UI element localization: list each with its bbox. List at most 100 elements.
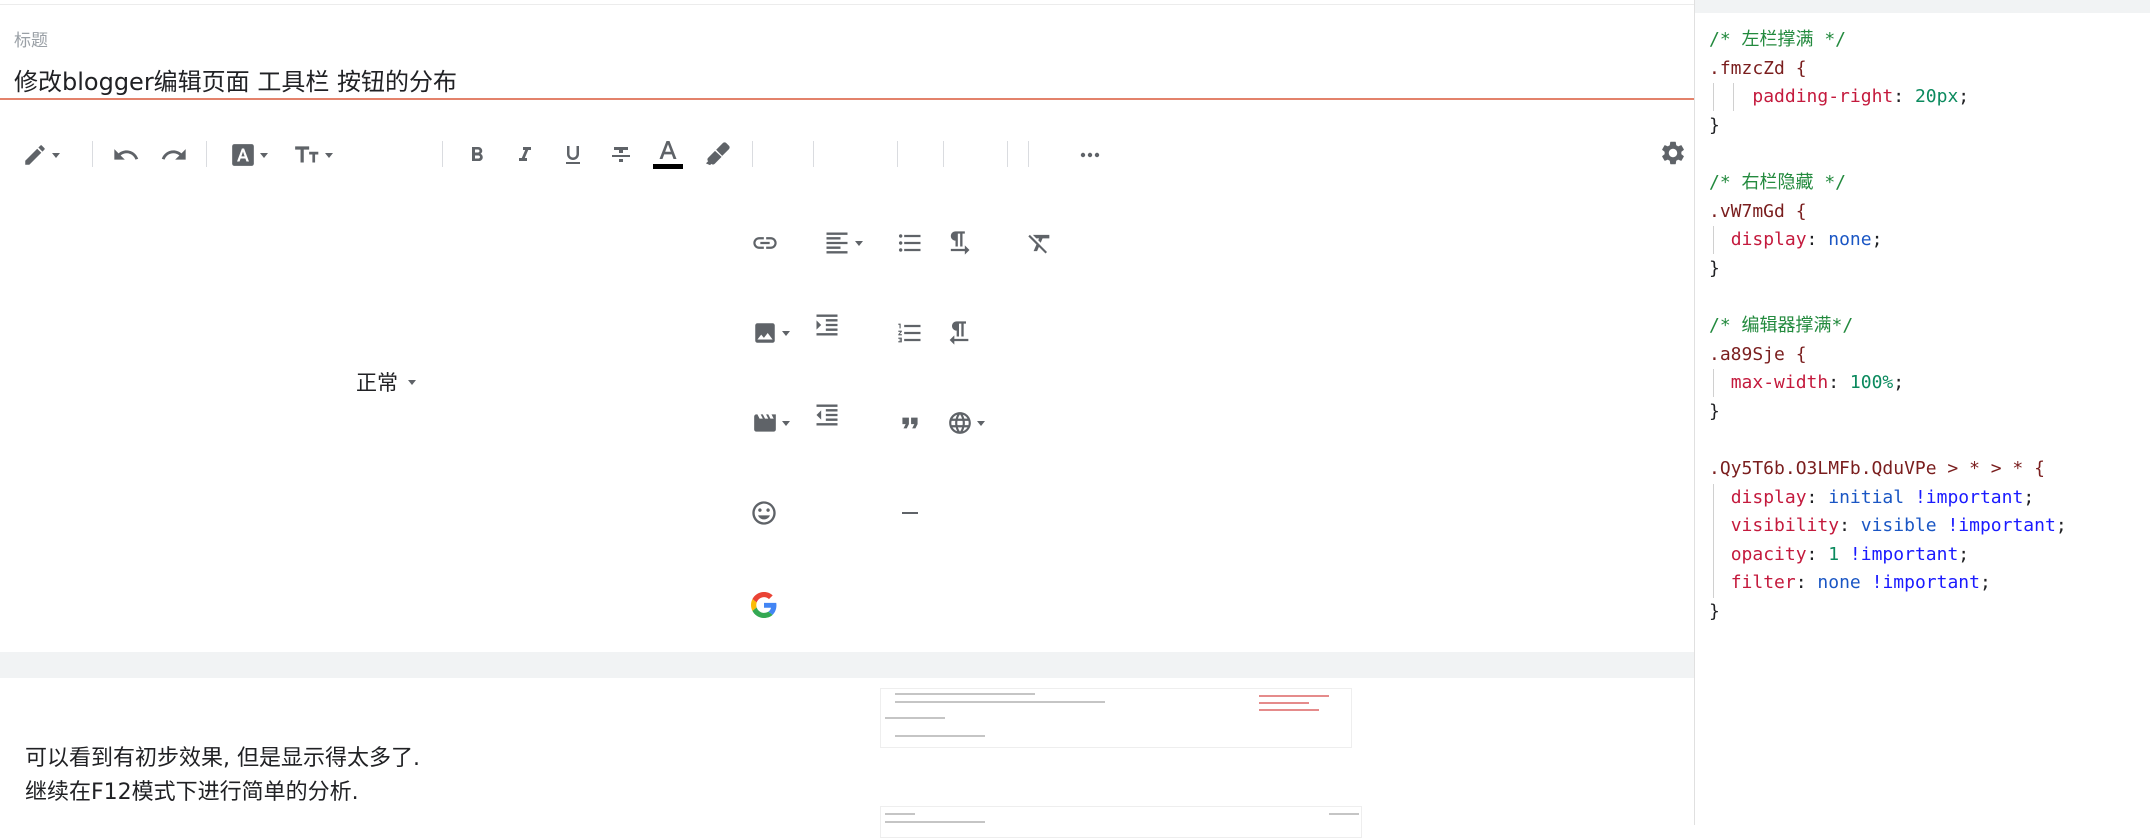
code-colon: : <box>1893 86 1915 108</box>
css-code-panel[interactable]: /* 左栏撑满 */ .fmzcZd { padding-right: 20px;… <box>1695 0 2150 825</box>
code-line <box>1709 140 2067 169</box>
clear-format-icon[interactable] <box>1024 227 1056 259</box>
code-selector: .a89Sje { <box>1709 343 1807 365</box>
code-blank <box>1709 143 1720 164</box>
toolbar-separator <box>1028 141 1029 167</box>
toolbar-separator <box>206 141 207 167</box>
code-panel-topbar <box>1695 0 2150 13</box>
code-blank <box>1709 286 1720 307</box>
code-line: padding-right: 20px; <box>1709 83 2067 112</box>
code-line: opacity: 1 !important; <box>1709 541 2067 570</box>
bulleted-list-icon[interactable] <box>894 227 926 259</box>
code-line: } <box>1709 598 2067 627</box>
code-line: } <box>1709 398 2067 427</box>
code-line: .Qy5T6b.O3LMFb.QduVPe > * > * { <box>1709 455 2067 484</box>
code-colon: : <box>1806 486 1829 508</box>
post-body[interactable]: 可以看到有初步效果, 但是显示得太多了. 继续在F12模式下进行简单的分析. <box>0 678 1694 838</box>
title-input[interactable]: 修改blogger编辑页面 工具栏 按钮的分布 <box>14 62 457 97</box>
code-comment: /* 左栏撑满 */ <box>1709 29 1847 50</box>
code-property: opacity <box>1730 543 1807 565</box>
numbered-list-icon[interactable] <box>894 317 926 349</box>
highlight-icon[interactable] <box>700 139 734 171</box>
undo-icon[interactable] <box>110 139 142 171</box>
code-brace: } <box>1709 114 1720 136</box>
bold-icon[interactable] <box>462 139 492 171</box>
redo-icon[interactable] <box>158 139 190 171</box>
rtl-paragraph-icon[interactable] <box>943 317 975 349</box>
more-icon[interactable] <box>1074 139 1106 171</box>
code-semicolon: ; <box>2055 515 2067 537</box>
italic-icon[interactable] <box>510 139 540 171</box>
indent-icon[interactable] <box>811 309 843 341</box>
ltr-paragraph-icon[interactable] <box>943 227 975 259</box>
text-color-icon[interactable] <box>653 137 683 173</box>
paragraph-style-dropdown[interactable]: 正常 <box>356 367 416 397</box>
horizontal-rule-icon[interactable] <box>894 497 926 529</box>
code-colon: : <box>1806 543 1829 565</box>
body-line: 可以看到有初步效果, 但是显示得太多了. <box>25 746 420 771</box>
toolbar-separator <box>752 141 753 167</box>
quote-icon[interactable] <box>894 407 926 439</box>
font-size-icon[interactable] <box>290 139 336 171</box>
code-selector: .Qy5T6b.O3LMFb.QduVPe > * > * { <box>1709 457 2045 479</box>
code-line <box>1709 283 2067 312</box>
code-semicolon: ; <box>1871 229 1883 251</box>
title-label: 标题 <box>14 31 48 51</box>
code-line: /* 编辑器撑满*/ <box>1709 312 2067 341</box>
code-selector: .fmzcZd { <box>1709 57 1807 79</box>
code-line: .fmzcZd { <box>1709 55 2067 84</box>
google-icon[interactable] <box>748 589 780 621</box>
code-line: /* 右栏隐藏 */ <box>1709 169 2067 198</box>
code-important: !important <box>1871 572 1980 594</box>
code-value: 20px <box>1914 86 1959 108</box>
toolbar-separator <box>943 141 944 167</box>
code-colon: : <box>1795 572 1818 594</box>
code-value: none <box>1817 572 1861 594</box>
video-icon[interactable] <box>748 407 794 439</box>
code-property: display <box>1730 229 1807 251</box>
emoji-icon[interactable] <box>748 497 780 529</box>
translate-icon[interactable] <box>942 407 990 439</box>
screenshot-thumbnail[interactable] <box>880 688 1352 748</box>
code-colon: : <box>1806 229 1829 251</box>
toolbar-separator <box>92 141 93 167</box>
code-semicolon: ; <box>1958 86 1970 108</box>
code-important: !important <box>1947 515 2056 537</box>
settings-icon[interactable] <box>1657 137 1689 169</box>
code-brace: } <box>1709 257 1720 279</box>
outdent-icon[interactable] <box>811 399 843 431</box>
link-icon[interactable] <box>748 227 782 259</box>
code-colon: : <box>1839 515 1861 537</box>
code-semicolon: ; <box>1893 372 1905 394</box>
toolbar-separator <box>1007 141 1008 167</box>
code-selector: .vW7mGd { <box>1709 200 1807 222</box>
align-icon[interactable] <box>818 227 868 259</box>
code-property: padding-right <box>1752 86 1894 108</box>
pencil-mode-icon[interactable] <box>16 139 66 171</box>
code-blank <box>1709 429 1720 450</box>
code-comment: /* 右栏隐藏 */ <box>1709 171 1847 193</box>
code-line: } <box>1709 255 2067 284</box>
top-divider <box>0 4 1694 5</box>
toolbar-separator <box>897 141 898 167</box>
code-property: display <box>1730 486 1807 508</box>
css-code: /* 左栏撑满 */ .fmzcZd { padding-right: 20px;… <box>1709 26 2067 626</box>
code-property: filter <box>1730 572 1796 594</box>
strikethrough-icon[interactable] <box>606 139 636 171</box>
screenshot-thumbnail[interactable] <box>880 806 1362 838</box>
code-brace: } <box>1709 600 1720 622</box>
underline-icon[interactable] <box>558 139 588 171</box>
code-brace: } <box>1709 400 1720 422</box>
code-important: !important <box>1849 543 1959 565</box>
paragraph-style-label: 正常 <box>356 371 398 395</box>
code-line: } <box>1709 112 2067 141</box>
code-value: 100% <box>1849 372 1894 394</box>
toolbar-separator <box>813 141 814 167</box>
image-icon[interactable] <box>748 317 794 349</box>
code-line: max-width: 100%; <box>1709 369 2067 398</box>
post-editor: 标题 修改blogger编辑页面 工具栏 按钮的分布 正常 可以看到有初步效果,… <box>0 0 1695 838</box>
code-property: max-width <box>1730 372 1829 394</box>
code-line: visibility: visible !important; <box>1709 512 2067 541</box>
font-icon[interactable] <box>226 139 272 171</box>
toolbar-separator <box>442 141 443 167</box>
